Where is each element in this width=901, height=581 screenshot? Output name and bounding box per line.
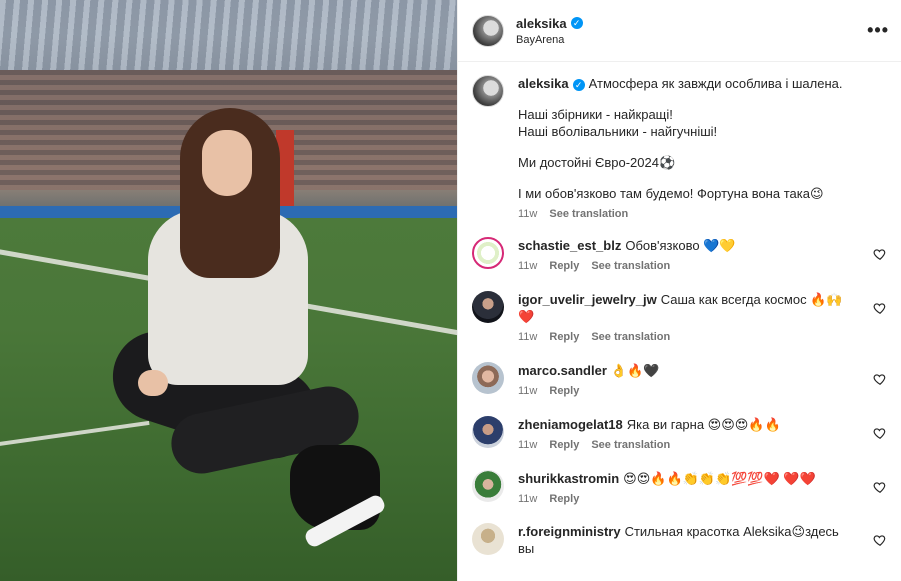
- commenter-avatar[interactable]: [472, 291, 504, 323]
- comment-item: r.foreignministry Стильная красотка Aleks…: [472, 523, 887, 557]
- comment-body: shurikkastromin 😍😍🔥🔥👏👏👏💯💯❤️ ❤️❤️ 11w Repl…: [518, 470, 887, 505]
- comment-item: schastie_est_blz Обов'язково 💙💛 11w Reply…: [472, 237, 887, 272]
- comment-meta: 11w Reply See translation: [518, 331, 857, 343]
- like-heart-icon[interactable]: [873, 301, 887, 315]
- post-header: aleksika ✓ BayArena •••: [458, 0, 901, 62]
- caption-avatar[interactable]: [472, 75, 504, 107]
- post-sidebar: aleksika ✓ BayArena ••• aleksika ✓ Атмосфе…: [457, 0, 901, 581]
- comment-text: Яка ви гарна 😍😍😍🔥🔥: [626, 417, 781, 432]
- caption: aleksika ✓ Атмосфера як завжди особлива і …: [472, 75, 887, 220]
- comment-time[interactable]: 11w: [518, 493, 537, 505]
- commenter-avatar[interactable]: [472, 523, 504, 555]
- see-translation-button[interactable]: See translation: [549, 208, 628, 220]
- stadium-roof: [0, 0, 457, 70]
- verified-icon: ✓: [572, 79, 585, 91]
- post-modal: aleksika ✓ BayArena ••• aleksika ✓ Атмосфе…: [0, 0, 901, 581]
- post-photo[interactable]: [0, 0, 457, 581]
- comment-time[interactable]: 11w: [518, 331, 537, 343]
- reply-button[interactable]: Reply: [549, 385, 579, 397]
- comment-body: r.foreignministry Стильная красотка Aleks…: [518, 523, 887, 557]
- comment-text: 😍😍🔥🔥👏👏👏💯💯❤️ ❤️❤️: [623, 471, 816, 486]
- see-translation-button[interactable]: See translation: [591, 439, 670, 451]
- commenter-username[interactable]: zheniamogelat18: [518, 417, 623, 432]
- commenter-username[interactable]: schastie_est_blz: [518, 238, 621, 253]
- like-heart-icon[interactable]: [873, 480, 887, 494]
- comment-body: zheniamogelat18 Яка ви гарна 😍😍😍🔥🔥 11w Re…: [518, 416, 887, 451]
- comment-text: Обов'язково 💙💛: [625, 238, 736, 253]
- caption-line: Атмосфера як завжди особлива і шалена.: [588, 76, 843, 91]
- owner-name-row: aleksika ✓: [516, 16, 583, 31]
- more-horizontal-icon[interactable]: •••: [867, 20, 889, 41]
- person-face: [202, 130, 252, 196]
- verified-icon: ✓: [570, 17, 583, 29]
- like-heart-icon[interactable]: [873, 426, 887, 440]
- commenter-username[interactable]: r.foreignministry: [518, 524, 621, 539]
- comment-time[interactable]: 11w: [518, 439, 537, 451]
- commenter-username[interactable]: shurikkastromin: [518, 471, 619, 486]
- like-heart-icon[interactable]: [873, 533, 887, 547]
- comment-meta: 11w Reply: [518, 493, 857, 505]
- owner-avatar[interactable]: [472, 14, 504, 47]
- commenter-avatar[interactable]: [472, 362, 504, 394]
- post-location[interactable]: BayArena: [516, 34, 583, 46]
- see-translation-button[interactable]: See translation: [591, 260, 670, 272]
- comment-text: 👌🔥🖤: [610, 363, 660, 378]
- caption-meta: 11w See translation: [518, 208, 857, 220]
- owner-username[interactable]: aleksika: [516, 16, 567, 31]
- caption-line: Наші вболівальники - найгучніші!: [518, 124, 718, 139]
- reply-button[interactable]: Reply: [549, 493, 579, 505]
- caption-time[interactable]: 11w: [518, 208, 537, 220]
- comment-meta: 11w Reply See translation: [518, 439, 857, 451]
- commenter-avatar[interactable]: [472, 470, 504, 502]
- comment-item: shurikkastromin 😍😍🔥🔥👏👏👏💯💯❤️ ❤️❤️ 11w Repl…: [472, 470, 887, 505]
- comment-body: marco.sandler 👌🔥🖤 11w Reply: [518, 362, 887, 397]
- comments-list[interactable]: aleksika ✓ Атмосфера як завжди особлива і …: [458, 63, 901, 581]
- comment-item: marco.sandler 👌🔥🖤 11w Reply: [472, 362, 887, 397]
- caption-line: Ми достойні Євро-2024⚽: [518, 155, 676, 170]
- commenter-username[interactable]: marco.sandler: [518, 363, 607, 378]
- comment-body: schastie_est_blz Обов'язково 💙💛 11w Reply…: [518, 237, 887, 272]
- like-heart-icon[interactable]: [873, 372, 887, 386]
- comment-item: zheniamogelat18 Яка ви гарна 😍😍😍🔥🔥 11w Re…: [472, 416, 887, 451]
- commenter-avatar[interactable]: [472, 416, 504, 448]
- comment-item: igor_uvelir_jewelry_jw Саша как всегда ко…: [472, 291, 887, 343]
- caption-body: aleksika ✓ Атмосфера як завжди особлива і …: [518, 75, 887, 220]
- see-translation-button[interactable]: See translation: [591, 331, 670, 343]
- like-heart-icon[interactable]: [873, 247, 887, 261]
- comment-meta: 11w Reply: [518, 385, 857, 397]
- person-figure: [101, 100, 390, 570]
- caption-line: І ми обов'язково там будемо! Фортуна вон…: [518, 186, 824, 201]
- commenter-username[interactable]: igor_uvelir_jewelry_jw: [518, 292, 657, 307]
- comment-body: igor_uvelir_jewelry_jw Саша как всегда ко…: [518, 291, 887, 343]
- reply-button[interactable]: Reply: [549, 331, 579, 343]
- comment-time[interactable]: 11w: [518, 385, 537, 397]
- reply-button[interactable]: Reply: [549, 439, 579, 451]
- caption-line: Наші збірники - найкращі!: [518, 107, 673, 122]
- caption-username[interactable]: aleksika: [518, 76, 569, 91]
- reply-button[interactable]: Reply: [549, 260, 579, 272]
- comment-meta: 11w Reply See translation: [518, 260, 857, 272]
- person-hand: [138, 370, 168, 396]
- commenter-avatar[interactable]: [472, 237, 504, 269]
- owner-info: aleksika ✓ BayArena: [516, 16, 583, 46]
- comment-time[interactable]: 11w: [518, 260, 537, 272]
